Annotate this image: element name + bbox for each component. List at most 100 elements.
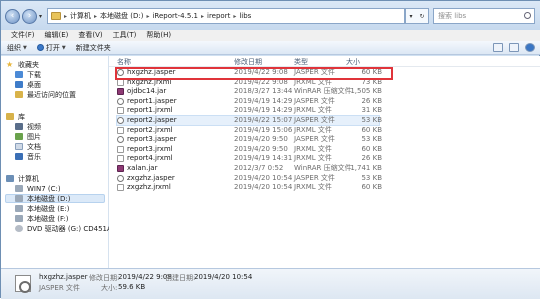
file-type: JASPER 文件 [294, 116, 335, 124]
back-button[interactable]: ‹ [5, 9, 20, 24]
menu-tools[interactable]: 工具(T) [108, 30, 142, 41]
address-bar[interactable]: ▸ 计算机 ▸ 本地磁盘 (D:) ▸ iReport-4.5.1 ▸ irep… [47, 8, 405, 24]
sidebar-label: 最近访问的位置 [27, 90, 76, 99]
file-row[interactable]: report3.jasper 2019/4/20 9:50 JASPER 文件 53 … [117, 135, 382, 144]
library-icon [6, 113, 14, 120]
breadcrumb-libs[interactable]: libs [239, 12, 251, 20]
column-header-type[interactable]: 类型 [294, 57, 308, 67]
file-date: 2019/4/19 15:06 [234, 125, 293, 134]
sidebar-item-downloads[interactable]: 下载 [15, 70, 41, 79]
file-row[interactable]: report2.jasper 2019/4/22 15:07 JASPER 文件 53… [116, 115, 382, 126]
jar-file-icon [117, 165, 124, 172]
file-size: 60 KB [361, 183, 382, 192]
search-input[interactable]: 搜索 libs [433, 8, 535, 24]
breadcrumb-ireport[interactable]: ireport [207, 12, 230, 20]
details-size-value: 59.6 KB [118, 283, 146, 291]
sidebar-item-dvd-drive[interactable]: DVD 驱动器 (G:) CD451A1 [15, 224, 116, 233]
jasper-file-icon [117, 136, 124, 144]
details-modified-value: 2019/4/22 9:08 [118, 273, 172, 281]
file-type: JRXML 文件 [294, 106, 332, 115]
file-row[interactable]: xalan.jar 2012/3/7 0:52 WinRAR 压缩文件 1,741 K… [117, 164, 382, 173]
search-placeholder: 搜索 libs [438, 12, 467, 20]
sidebar-item-documents[interactable]: 文档 [15, 142, 41, 151]
view-controls [493, 43, 535, 52]
help-icon[interactable] [525, 43, 535, 52]
new-folder-label: 新建文件夹 [75, 43, 111, 52]
jrxml-file-icon [117, 184, 124, 192]
sidebar-item-recent[interactable]: 最近访问的位置 [15, 90, 76, 99]
file-size: 53 KB [361, 116, 382, 124]
change-view-icon[interactable] [493, 43, 503, 52]
sidebar-item-favorites[interactable]: ★ 收藏夹 [6, 60, 39, 69]
file-type-icon [15, 275, 31, 293]
breadcrumb-drive-d[interactable]: 本地磁盘 (D:) [100, 11, 143, 21]
menu-view[interactable]: 查看(V) [73, 30, 107, 41]
jrxml-file-icon [117, 126, 124, 134]
sidebar-item-drive-d[interactable]: 本地磁盘 (D:) [5, 194, 105, 203]
sidebar-item-music[interactable]: 音乐 [15, 152, 41, 161]
file-row[interactable]: zxgzhz.jasper 2019/4/20 10:54 JASPER 文件 53 … [117, 174, 382, 183]
details-created-value: 2019/4/20 10:54 [194, 273, 253, 281]
sidebar-item-libraries[interactable]: 库 [6, 112, 25, 121]
file-size: 1,741 KB [350, 164, 382, 172]
file-row[interactable]: report4.jrxml 2019/4/19 14:31 JRXML 文件 26 K… [117, 154, 382, 163]
sidebar-item-pictures[interactable]: 图片 [15, 132, 41, 141]
breadcrumb-ireport-version[interactable]: iReport-4.5.1 [152, 12, 198, 20]
breadcrumb-computer[interactable]: 计算机 [70, 11, 91, 21]
open-button[interactable]: 打开 ▼ [36, 43, 66, 53]
sidebar-item-computer[interactable]: 计算机 [6, 174, 39, 183]
navigation-pane: ★ 收藏夹 下载 桌面 最近访问的位置 库 视频 图片 文档 音乐 计算机 WI… [1, 56, 116, 268]
folder-icon [51, 12, 61, 20]
dvd-icon [15, 225, 23, 232]
file-date: 2018/3/27 13:44 [234, 87, 293, 96]
refresh-icon[interactable]: ↻ [419, 13, 424, 20]
file-date: 2019/4/20 9:50 [234, 144, 288, 153]
sidebar-label: 本地磁盘 (E:) [27, 204, 70, 213]
file-type: JRXML 文件 [294, 183, 332, 192]
sidebar-item-drive-f[interactable]: 本地磁盘 (F:) [15, 214, 69, 223]
sidebar-item-drive-e[interactable]: 本地磁盘 (E:) [15, 204, 69, 213]
file-row[interactable]: report3.jrxml 2019/4/20 9:50 JRXML 文件 60 KB [117, 144, 382, 154]
details-created-label: 创建日期: [165, 274, 196, 282]
chevron-right-icon: ▸ [200, 12, 204, 20]
address-dropdown-icon[interactable]: ▾ [409, 13, 412, 20]
organize-button[interactable]: 组织 ▼ [7, 43, 27, 53]
file-row[interactable]: report1.jrxml 2019/4/19 14:29 JRXML 文件 31 K… [117, 106, 382, 115]
column-header-name[interactable]: 名称 [117, 57, 131, 67]
sidebar-label: 文档 [27, 142, 41, 151]
sidebar-label: 计算机 [18, 174, 39, 183]
menu-file[interactable]: 文件(F) [6, 30, 40, 41]
file-date: 2019/4/19 14:29 [234, 106, 293, 115]
column-header-size[interactable]: 大小 [346, 57, 360, 67]
sidebar-label: 下载 [27, 70, 41, 79]
chevron-right-icon: ▸ [146, 12, 150, 20]
file-row[interactable]: zxgzhz.jrxml 2019/4/20 10:54 JRXML 文件 60 KB [117, 183, 382, 192]
chevron-right-icon: ▸ [64, 12, 68, 20]
preview-pane-icon[interactable] [509, 43, 519, 52]
menu-help[interactable]: 帮助(H) [141, 30, 176, 41]
file-date: 2019/4/19 14:29 [234, 96, 293, 105]
recent-places-icon [15, 91, 23, 98]
column-header-date[interactable]: 修改日期 [234, 57, 262, 67]
details-size-label: 大小: [101, 284, 118, 292]
file-row[interactable]: report1.jasper 2019/4/19 14:29 JASPER 文件 26… [117, 96, 382, 106]
file-row[interactable]: report2.jrxml 2019/4/19 15:06 JRXML 文件 60 K… [117, 125, 382, 135]
new-folder-button[interactable]: 新建文件夹 [76, 43, 111, 53]
sidebar-item-videos[interactable]: 视频 [15, 122, 41, 131]
command-bar: 组织 ▼ 打开 ▼ 新建文件夹 [1, 41, 540, 55]
file-row[interactable]: ojdbc14.jar 2018/3/27 13:44 WinRAR 压缩文件 1,5… [117, 87, 382, 96]
open-label: 打开 [45, 43, 60, 52]
address-controls: ▾ ↻ [405, 8, 429, 24]
forward-button[interactable]: › [22, 9, 37, 24]
file-type: JASPER 文件 [294, 96, 335, 105]
file-name: zxgzhz.jrxml [127, 183, 171, 192]
sidebar-item-desktop[interactable]: 桌面 [15, 80, 41, 89]
sidebar-label: 本地磁盘 (D:) [27, 194, 71, 203]
file-name: report1.jasper [127, 96, 177, 105]
file-type: JRXML 文件 [294, 125, 332, 134]
sidebar-item-drive-c[interactable]: WIN7 (C:) [15, 184, 61, 193]
sidebar-label: 收藏夹 [18, 60, 39, 69]
recent-pages-dropdown[interactable]: ▾ [39, 13, 42, 20]
desktop-icon [15, 81, 23, 88]
menu-edit[interactable]: 编辑(E) [40, 30, 74, 41]
